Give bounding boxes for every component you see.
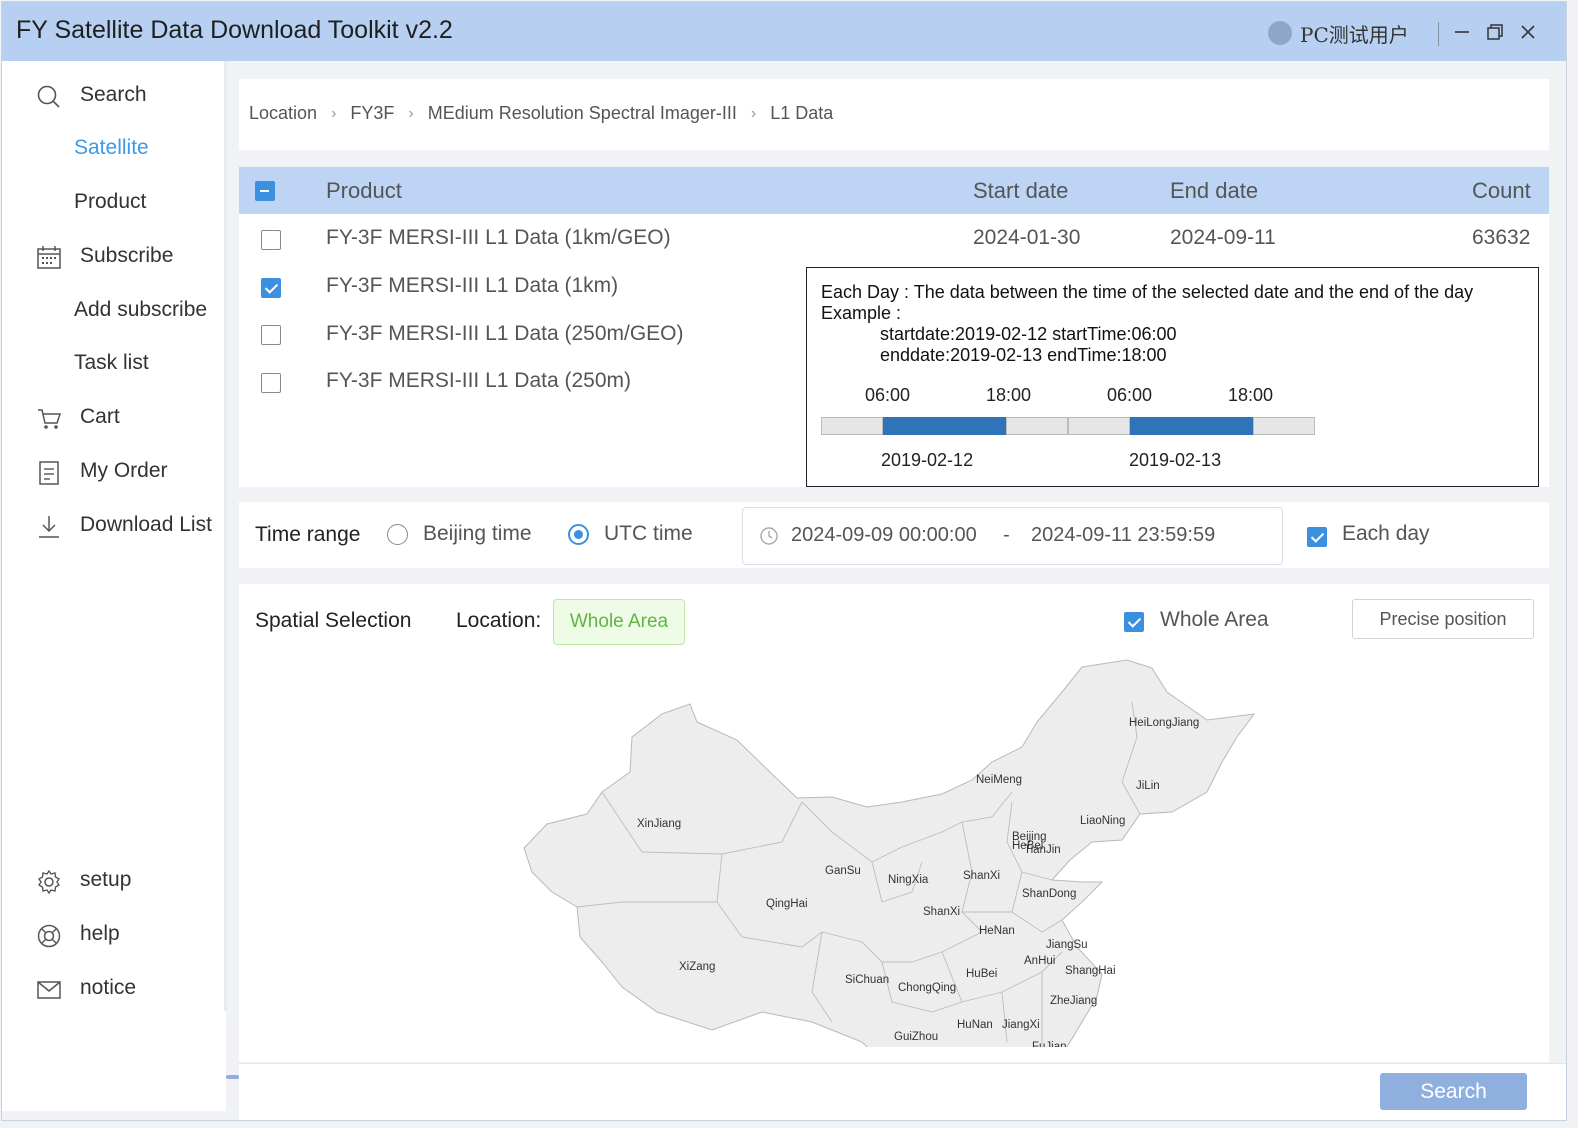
map-label: HuNan (957, 1019, 993, 1031)
map-label: HeNan (979, 925, 1015, 937)
app-window: FY Satellite Data Download Toolkit v2.2 … (1, 1, 1567, 1121)
map-label: QingHai (766, 898, 808, 910)
map-label: GanSu (825, 865, 861, 877)
map-label: NingXia (888, 874, 929, 886)
map-label: NeiMeng (976, 774, 1022, 786)
map-label: ZheJiang (1050, 995, 1097, 1007)
map-label: ChongQing (898, 982, 956, 994)
map-label: SiChuan (845, 974, 889, 986)
map-label: JiangSu (1046, 939, 1088, 951)
map-label: XiZang (679, 961, 715, 973)
map-label: FuJian (1032, 1041, 1067, 1053)
map-label: AnHui (1024, 955, 1055, 967)
map-label: ShanXi (923, 906, 960, 918)
map-label: HuBei (966, 968, 997, 980)
map-label: JiLin (1136, 780, 1160, 792)
map-label: TianJin (1024, 844, 1061, 856)
map-label: LiaoNing (1080, 815, 1125, 827)
map-label: ShangHai (1065, 965, 1116, 977)
map-label: ShanXi (963, 870, 1000, 882)
search-button[interactable]: Search (1380, 1073, 1527, 1110)
map-label: GuiZhou (894, 1031, 938, 1043)
map-label: XinJiang (637, 818, 681, 830)
map-label: JiangXi (1002, 1019, 1040, 1031)
map-label: ShanDong (1022, 888, 1076, 900)
china-map[interactable]: HeiLongJiang JiLin NeiMeng LiaoNing XinJ… (2, 2, 1567, 1121)
map-label: HeiLongJiang (1129, 717, 1199, 729)
footer-bar (239, 1063, 1566, 1120)
